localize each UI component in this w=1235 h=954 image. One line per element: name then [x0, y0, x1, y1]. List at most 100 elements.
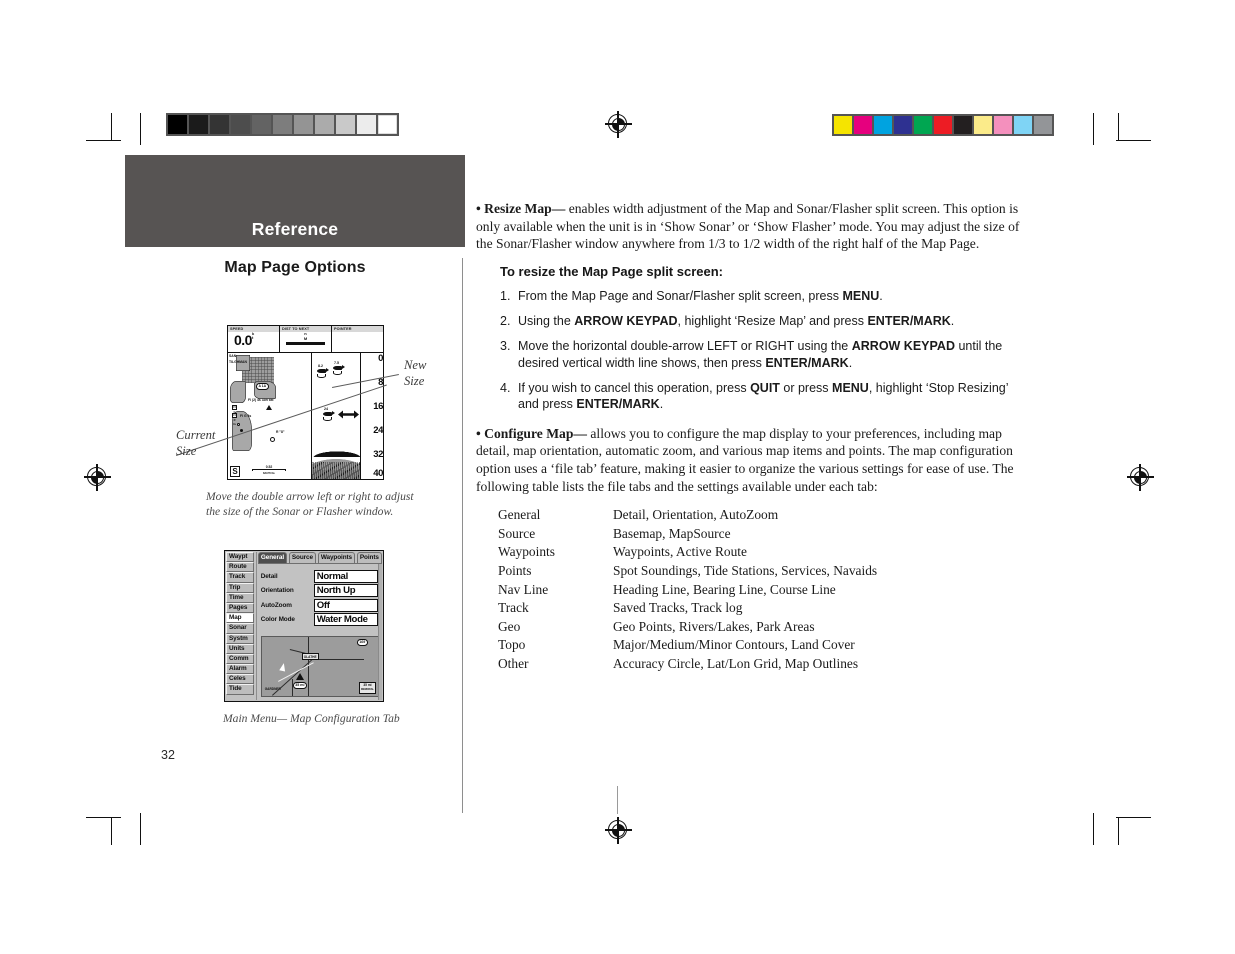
configure-map-lead: • Configure Map— — [476, 425, 587, 441]
color-patch-4 — [914, 116, 932, 134]
map-config-file-tab-row: General Source Waypoints Points — [257, 552, 382, 563]
depth-tick-16: 16 — [373, 401, 383, 412]
setting-label-detail: Detail — [260, 572, 278, 580]
setting-row: Detail Normal — [261, 569, 382, 584]
sonar-fish-depth-2: 7.5 — [334, 361, 339, 365]
config-table-row: Topo Major/Medium/Minor Contours, Land Co… — [498, 636, 877, 655]
preview-road-south — [291, 679, 293, 696]
grayscale-patch-2 — [210, 115, 229, 134]
page-title: Map Page Options — [224, 259, 366, 276]
sonar-vegetation-clutter — [312, 462, 360, 479]
setting-value-orientation[interactable]: North Up — [313, 584, 378, 598]
crop-mark-bottom-right-v — [1118, 817, 1119, 845]
crop-mark-top-left-v — [111, 113, 112, 141]
main-menu-tab-comm[interactable]: Comm — [226, 653, 254, 665]
sonar-fish-arch-1 — [317, 373, 326, 378]
callout-current-size: Current Size — [176, 428, 215, 459]
main-menu-tab-waypt[interactable]: Waypt — [226, 552, 254, 563]
step-number: 1. — [500, 288, 511, 303]
callout-current-size-line1: Current — [176, 428, 216, 442]
crop-mark-top-right-h — [1116, 140, 1151, 141]
map-light-note: Fl (2) 4s 33ft 6M — [248, 398, 274, 402]
crop-mark-top-right-v — [1118, 113, 1119, 141]
main-menu-tab-celes[interactable]: Celes — [226, 674, 254, 685]
preview-route-shield-i35: 35 mi — [292, 682, 308, 690]
main-menu-tab-sonar[interactable]: Sonar — [226, 623, 254, 634]
grayscale-calibration-strip — [166, 113, 399, 136]
main-menu-tab-route[interactable]: Route — [226, 562, 254, 573]
sonar-fish-arch-3 — [323, 416, 332, 421]
depth-tick-40: 40 — [373, 468, 383, 479]
color-patch-0 — [834, 116, 852, 134]
main-menu-tab-units[interactable]: Units — [226, 643, 254, 654]
main-menu-tab-pages[interactable]: Pages — [226, 602, 254, 614]
config-tab-settings: Major/Medium/Minor Contours, Land Cover — [613, 637, 855, 653]
procedure-step-2: 2. Using the ARROW KEYPAD, highlight ‘Res… — [500, 313, 955, 328]
map-scale-value: 0.52 — [265, 465, 273, 469]
map-config-scrollbar[interactable] — [378, 564, 382, 700]
file-tab-points[interactable]: Points — [356, 552, 382, 563]
resize-double-arrow-handle[interactable] — [338, 410, 359, 419]
figure-caption-split-screen: Move the double arrow left or right to a… — [206, 490, 414, 518]
callout-new-size: New Size — [404, 358, 426, 389]
config-tab-settings: Waypoints, Active Route — [613, 544, 747, 560]
main-menu-tab-map[interactable]: Map — [226, 613, 254, 624]
grayscale-patch-7 — [315, 115, 334, 134]
map-config-preview: OLATHE 169 35 mi GARDNER 35 mi MEMORIAL — [260, 636, 379, 697]
map-route-marker-a1a: A 1A — [256, 383, 269, 390]
main-menu-tab-tide[interactable]: Tide — [226, 684, 254, 695]
procedure-step-4: 4. If you wish to cancel this operation, … — [500, 380, 1009, 412]
main-menu-tab-systm[interactable]: Systm — [226, 633, 254, 644]
sonar-depth-scale: 0 8 16 24 32 40 — [361, 353, 383, 479]
file-tab-waypoints[interactable]: Waypoints — [317, 552, 356, 563]
procedure-step-list: 1. From the Map Page and Sonar/Flasher sp… — [476, 288, 1021, 413]
sonar-fish-target-1: 8.2 — [317, 364, 330, 378]
callout-new-size-line2: Size — [404, 373, 425, 388]
registration-mark-right-middle — [1127, 464, 1154, 491]
data-field-speed-value: 0.0 — [234, 332, 252, 348]
running-head-band: Reference — [125, 155, 465, 247]
file-tab-source[interactable]: Source — [288, 552, 317, 563]
map-sonar-toggle-badge[interactable]: S — [230, 466, 240, 477]
column-divider-rule — [462, 258, 463, 813]
data-field-speed: SPEED 0.0k t — [228, 326, 280, 352]
setting-label-orientation: Orientation — [260, 587, 294, 595]
setting-value-detail[interactable]: Normal — [313, 569, 378, 583]
grayscale-patch-9 — [357, 115, 376, 134]
registration-mark-left-middle — [84, 464, 111, 491]
map-scale-rule — [252, 469, 286, 471]
config-tab-name: Waypoints — [498, 544, 555, 560]
setting-value-autozoom[interactable]: Off — [313, 598, 378, 612]
map-daybeacon-triangle — [266, 405, 272, 410]
bleed-mark-left-bottom — [140, 813, 141, 845]
depth-tick-0: 0 — [378, 353, 383, 364]
grayscale-patch-10 — [378, 115, 397, 134]
data-field-pointer: POINTER — [332, 326, 383, 352]
config-tab-settings: Basemap, MapSource — [613, 525, 731, 541]
depth-tick-32: 32 — [373, 449, 383, 460]
preview-label-gardner: GARDNER — [264, 686, 281, 691]
main-menu-tab-time[interactable]: Time — [226, 592, 254, 603]
preview-route-shield-169: 169 — [356, 639, 368, 647]
main-menu-tab-alarm[interactable]: Alarm — [226, 664, 254, 675]
main-menu-content-area: General Source Waypoints Points Detail Norma… — [255, 552, 382, 700]
figure-map-sonar-split-screen: SPEED 0.0k t DIST TO NEXT nM POINTER SAN … — [227, 325, 384, 480]
data-field-pointer-label: POINTER — [332, 326, 383, 332]
map-buoy-box-2: FI R 4s — [232, 413, 237, 427]
map-landmass-west — [230, 381, 246, 403]
map-label-tilghman: TILGHMAN — [229, 360, 247, 364]
gps-map-pane: SAN TILGHMAN A 1A Fl (2) 4s 33ft 6M FI G… — [228, 353, 311, 479]
config-tab-name: Other — [498, 655, 529, 671]
file-tab-general[interactable]: General — [257, 552, 288, 563]
setting-label-autozoom: AutoZoom — [260, 601, 292, 609]
data-field-speed-unit: kt — [251, 331, 255, 341]
map-nav-circle — [270, 437, 275, 442]
main-menu-tab-trip[interactable]: Trip — [226, 582, 254, 593]
grayscale-patch-5 — [273, 115, 292, 134]
config-tab-settings: Saved Tracks, Track log — [613, 600, 743, 616]
setting-value-color-mode[interactable]: Water Mode — [313, 613, 378, 627]
config-tab-settings: Geo Points, Rivers/Lakes, Park Areas — [613, 618, 815, 634]
main-menu-tab-track[interactable]: Track — [226, 572, 254, 583]
preview-scale-box: 35 mi MEMORIAL — [358, 681, 376, 694]
map-label-san: SAN — [229, 354, 237, 358]
